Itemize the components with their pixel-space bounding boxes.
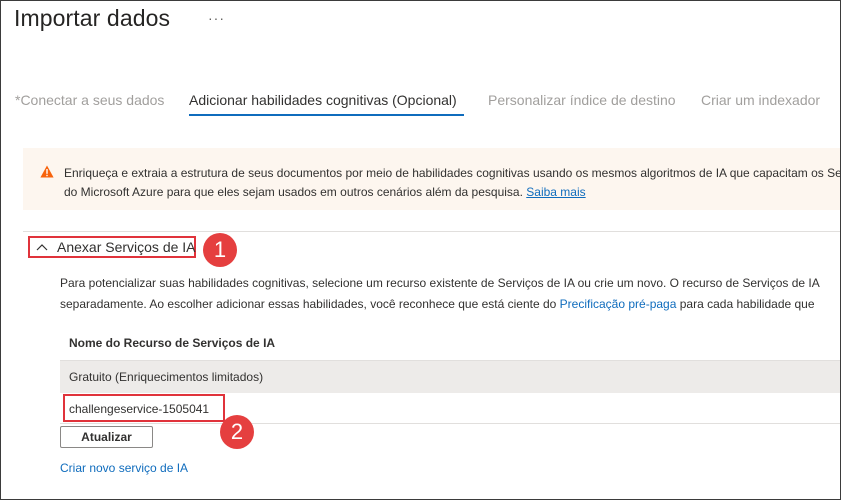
description-line-2: separadamente. Ao escolher adicionar ess…: [60, 294, 820, 315]
tab-customize-target-index[interactable]: Personalizar índice de destino: [488, 92, 676, 108]
description-line-2-start: separadamente. Ao escolher adicionar ess…: [60, 297, 560, 311]
banner-text: Enriqueça e extraia a estrutura de seus …: [64, 164, 841, 202]
learn-more-link[interactable]: Saiba mais: [526, 185, 585, 199]
create-new-ai-service-link[interactable]: Criar novo serviço de IA: [60, 461, 188, 475]
tab-add-cognitive-skills[interactable]: Adicionar habilidades cognitivas (Opcion…: [189, 92, 457, 108]
banner-line-2: do Microsoft Azure para que eles sejam u…: [64, 183, 840, 202]
banner-line-2-text: do Microsoft Azure para que eles sejam u…: [64, 185, 523, 199]
import-data-window: Importar dados ··· *Conectar a seus dado…: [0, 0, 841, 500]
more-options-icon[interactable]: ···: [208, 10, 225, 26]
table-bottom-divider: [60, 423, 840, 424]
callout-badge-2: 2: [220, 415, 254, 449]
table-row-label: Gratuito (Enriquecimentos limitados): [69, 370, 264, 384]
chevron-up-icon: [36, 243, 48, 251]
warning-icon: [40, 165, 54, 183]
pay-as-you-go-pricing-link[interactable]: Precificação pré-paga: [560, 297, 677, 311]
tab-create-indexer[interactable]: Criar um indexador: [701, 92, 820, 108]
description-line-2-end: para cada habilidade que: [676, 297, 815, 311]
refresh-button[interactable]: Atualizar: [60, 426, 153, 448]
banner-line-1: Enriqueça e extraia a estrutura de seus …: [64, 166, 841, 180]
page-title: Importar dados: [14, 5, 171, 31]
section-title: Anexar Serviços de IA: [57, 239, 196, 255]
attach-ai-services-toggle[interactable]: Anexar Serviços de IA: [28, 236, 196, 258]
tab-connect-data[interactable]: *Conectar a seus dados: [15, 92, 164, 108]
section-divider: [23, 231, 840, 232]
callout-badge-1: 1: [203, 233, 237, 267]
section-description: Para potencializar suas habilidades cogn…: [60, 273, 820, 315]
active-tab-indicator: [189, 114, 464, 116]
description-line-1: Para potencializar suas habilidades cogn…: [60, 276, 820, 290]
info-banner: Enriqueça e extraia a estrutura de seus …: [23, 148, 841, 210]
table-row-free[interactable]: Gratuito (Enriquecimentos limitados): [60, 361, 840, 393]
table-header-resource-name: Nome do Recurso de Serviços de IA: [69, 336, 276, 350]
highlight-box-resource: [63, 394, 225, 422]
